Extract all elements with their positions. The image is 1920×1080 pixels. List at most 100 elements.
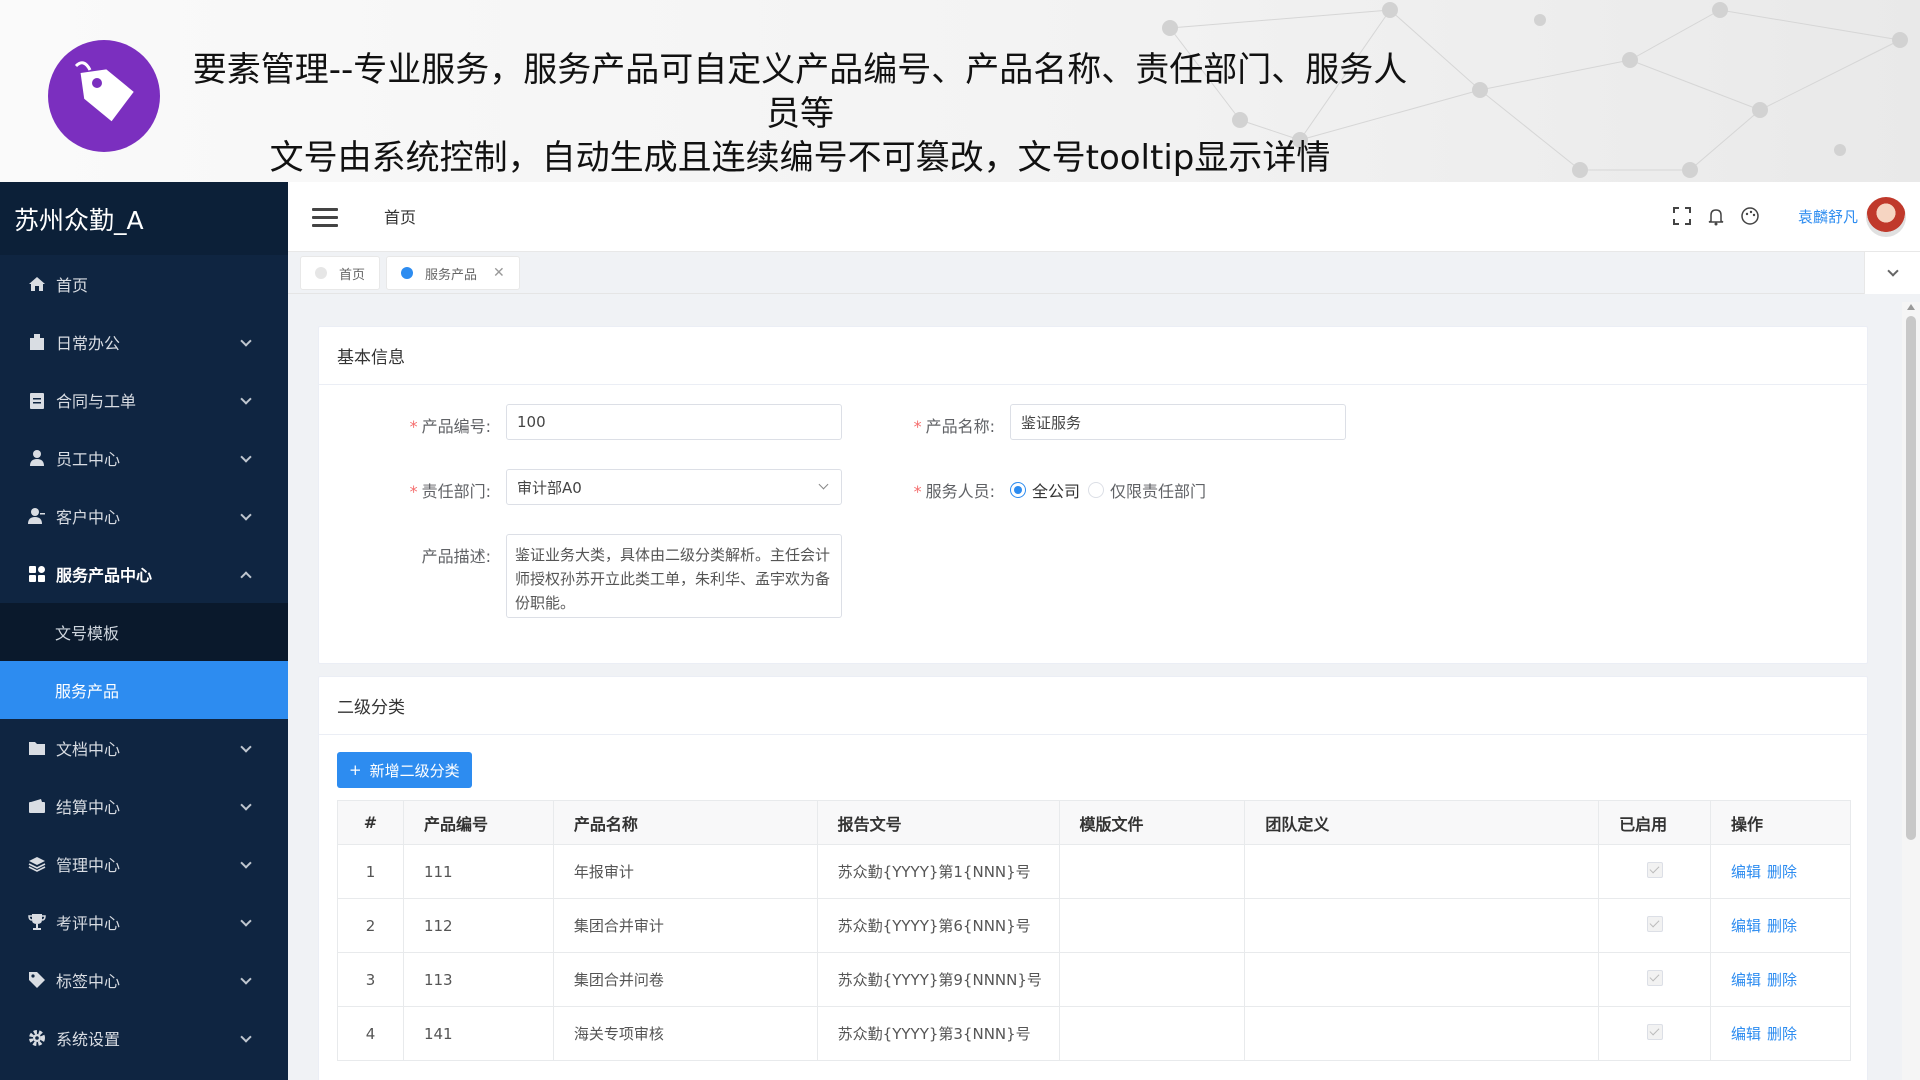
header-tools — [1672, 206, 1760, 226]
column-header: 产品名称 — [552, 800, 818, 845]
staff-radio-company[interactable]: 全公司 — [1010, 478, 1080, 502]
sidebar-item-customers[interactable]: 客户中心 — [0, 487, 288, 545]
row-doc-number[interactable]: 苏众勤{YYYY}第9{NNNN}号 — [816, 952, 1060, 1007]
avatar[interactable] — [1866, 197, 1906, 237]
row-team — [1244, 1006, 1600, 1061]
sidebar-item-label: 首页 — [56, 276, 89, 295]
delete-link[interactable]: 删除 — [1767, 917, 1797, 935]
tab-home[interactable]: 首页 — [300, 256, 381, 290]
sidebar-item-label: 日常办公 — [56, 334, 121, 353]
row-template — [1058, 1006, 1246, 1061]
row-team — [1244, 952, 1600, 1007]
tabs-dropdown-button[interactable] — [1864, 252, 1920, 294]
tabs-bar: 首页 服务产品 ✕ — [288, 252, 1920, 294]
bell-icon[interactable] — [1706, 206, 1726, 226]
sidebar-item-contracts[interactable]: 合同与工单 — [0, 371, 288, 429]
row-actions: 编辑 删除 — [1710, 844, 1851, 899]
delete-link[interactable]: 删除 — [1767, 1025, 1797, 1043]
theme-palette-icon[interactable] — [1740, 206, 1760, 226]
edit-link[interactable]: 编辑 — [1731, 863, 1761, 881]
scroll-up-icon[interactable] — [1907, 304, 1915, 310]
user-name[interactable]: 袁麟舒凡 — [1798, 206, 1858, 227]
row-doc-number[interactable]: 苏众勤{YYYY}第3{NNN}号 — [816, 1006, 1060, 1061]
edit-link[interactable]: 编辑 — [1731, 917, 1761, 935]
sidebar-item-evaluation[interactable]: 考评中心 — [0, 893, 288, 951]
row-index: 3 — [337, 952, 404, 1007]
product-code-label: * 产品编号: — [409, 417, 491, 436]
row-template — [1058, 952, 1246, 1007]
row-actions: 编辑 删除 — [1710, 898, 1851, 953]
chevron-down-icon — [818, 479, 829, 490]
chevron-down-icon — [240, 799, 252, 811]
sidebar-item-home[interactable]: 首页 — [0, 255, 288, 313]
sidebar-item-employees[interactable]: 员工中心 — [0, 429, 288, 487]
add-secondary-category-button[interactable]: + 新增二级分类 — [337, 752, 472, 788]
chevron-down-icon — [1886, 265, 1899, 277]
banner-caption: 要素管理--专业服务，服务产品可自定义产品编号、产品名称、责任部门、服务人员等 … — [190, 48, 1410, 180]
tab-label: 服务产品 — [425, 267, 478, 283]
row-code: 141 — [402, 1006, 554, 1061]
fullscreen-icon[interactable] — [1672, 206, 1692, 226]
scrollbar-thumb[interactable] — [1906, 316, 1916, 840]
row-enabled — [1598, 952, 1712, 1007]
edit-link[interactable]: 编辑 — [1731, 971, 1761, 989]
row-actions: 编辑 删除 — [1710, 1006, 1851, 1061]
sidebar-item-label: 客户中心 — [56, 508, 121, 527]
secondary-category-card: 二级分类 + 新增二级分类 # 产品编号 产品名称 报告文号 模版文件 团队定义… — [318, 676, 1868, 1080]
department-select[interactable]: 审计部A0 — [506, 469, 842, 505]
sidebar-item-documents[interactable]: 文档中心 — [0, 719, 288, 777]
row-code: 111 — [402, 844, 554, 899]
row-name: 年报审计 — [552, 844, 818, 899]
row-doc-number[interactable]: 苏众勤{YYYY}第1{NNN}号 — [816, 844, 1060, 899]
sidebar-item-label: 管理中心 — [56, 856, 121, 875]
sidebar-item-tags[interactable]: 标签中心 — [0, 951, 288, 1009]
row-actions: 编辑 删除 — [1710, 952, 1851, 1007]
tab-service-product[interactable]: 服务产品 ✕ — [386, 256, 520, 290]
delete-link[interactable]: 删除 — [1767, 971, 1797, 989]
sidebar-subitem-service-product[interactable]: 服务产品 — [0, 661, 288, 719]
home-icon — [26, 274, 48, 294]
sidebar-item-management[interactable]: 管理中心 — [0, 835, 288, 893]
product-name-label: * 产品名称: — [913, 417, 995, 436]
sidebar-subitem-doc-template[interactable]: 文号模板 — [0, 603, 288, 661]
table-row: 3 113 集团合并问卷 苏众勤{YYYY}第9{NNNN}号 编辑 删除 — [337, 952, 1851, 1007]
wallet-icon — [26, 796, 48, 816]
vertical-scrollbar[interactable] — [1902, 302, 1920, 1080]
sidebar-item-label: 结算中心 — [56, 798, 121, 817]
row-template — [1058, 898, 1246, 953]
user-icon — [26, 448, 48, 468]
row-enabled — [1598, 844, 1712, 899]
close-icon[interactable]: ✕ — [493, 265, 505, 281]
sidebar-item-service-center[interactable]: 服务产品中心 — [0, 545, 288, 603]
sidebar-item-label: 服务产品 — [55, 682, 120, 701]
banner-line-1: 要素管理--专业服务，服务产品可自定义产品编号、产品名称、责任部门、服务人员等 — [192, 50, 1408, 134]
sidebar-item-label: 系统设置 — [56, 1030, 121, 1049]
staff-radio-department[interactable]: 仅限责任部门 — [1088, 478, 1206, 502]
enabled-checkbox — [1646, 969, 1663, 986]
sidebar-item-settlement[interactable]: 结算中心 — [0, 777, 288, 835]
column-header: 操作 — [1710, 800, 1851, 845]
app-title: 苏州众勤_A — [0, 182, 288, 255]
delete-link[interactable]: 删除 — [1767, 863, 1797, 881]
trophy-icon — [26, 912, 48, 932]
description-textarea[interactable]: 鉴证业务大类，具体由二级分类解析。主任会计师授权孙苏开立此类工单，朱利华、孟宇欢… — [506, 534, 842, 618]
tab-label: 首页 — [339, 267, 366, 283]
folder-icon — [26, 738, 48, 758]
column-header: 产品编号 — [402, 800, 554, 845]
sidebar-item-settings[interactable]: 系统设置 — [0, 1009, 288, 1067]
chevron-down-icon — [240, 741, 252, 753]
sidebar-item-office[interactable]: 日常办公 — [0, 313, 288, 371]
header-breadcrumb-home[interactable]: 首页 — [384, 204, 416, 228]
column-header: 模版文件 — [1058, 800, 1246, 845]
product-name-input[interactable]: 鉴证服务 — [1010, 404, 1346, 440]
chevron-down-icon — [240, 1031, 252, 1043]
description-label: 产品描述: — [421, 547, 491, 566]
row-team — [1244, 898, 1600, 953]
users-icon — [26, 506, 48, 526]
row-template — [1058, 844, 1246, 899]
row-doc-number[interactable]: 苏众勤{YYYY}第6{NNN}号 — [816, 898, 1060, 953]
menu-toggle-icon[interactable] — [312, 208, 338, 228]
product-code-input[interactable]: 100 — [506, 404, 842, 440]
banner-line-2: 文号由系统控制，自动生成且连续编号不可篡改，文号tooltip显示详情 — [269, 138, 1331, 178]
edit-link[interactable]: 编辑 — [1731, 1025, 1761, 1043]
